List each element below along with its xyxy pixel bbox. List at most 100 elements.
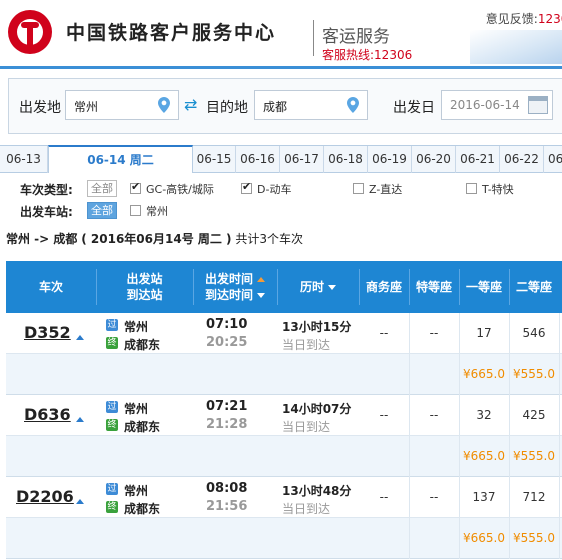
from-field[interactable]: 常州 (65, 90, 179, 120)
tab-date-0614[interactable]: 06-14 周二 (48, 145, 193, 173)
to-field[interactable]: 成都 (254, 90, 368, 120)
location-pin-icon (158, 97, 170, 113)
first-class-price: ¥665.0 (463, 531, 505, 545)
type-z-label: Z-直达 (369, 183, 403, 196)
station-changzhou-label: 常州 (146, 205, 168, 218)
depart-time: 07:21 (206, 399, 248, 414)
site-header: 中国铁路客户服务中心 客运服务 客服热线:12306 意见反馈:12306 (0, 0, 562, 66)
to-station[interactable]: 成都东 (124, 336, 160, 353)
station-all-button[interactable]: 全部 (87, 202, 117, 219)
train-type-label: 车次类型: (20, 183, 73, 197)
title-divider (313, 20, 314, 56)
station-changzhou-checkbox[interactable] (130, 205, 141, 216)
second-class-seat[interactable]: 712 (509, 477, 559, 518)
terminal-station-icon: 终 (106, 419, 118, 431)
sort-duration-icon[interactable] (328, 285, 336, 290)
col-duration[interactable]: 历时 (277, 261, 359, 313)
from-station[interactable]: 常州 (124, 400, 148, 417)
terminal-station-icon: 终 (106, 337, 118, 349)
site-title: 中国铁路客户服务中心 (66, 22, 277, 44)
type-t-label: T-特快 (482, 183, 514, 196)
duration: 14小时07分 (282, 402, 352, 416)
tab-date-0615[interactable]: 06-15 (193, 146, 236, 173)
service-title: 客运服务 (322, 27, 390, 47)
col-stations: 出发站 到达站 (126, 272, 163, 302)
to-station[interactable]: 成都东 (124, 418, 160, 435)
depart-time: 08:08 (206, 481, 248, 496)
first-class-price: ¥665.0 (463, 449, 505, 463)
train-code-link[interactable]: D636 (24, 405, 71, 424)
header-decoration (470, 30, 562, 64)
col-first: 一等座 (465, 280, 502, 294)
second-class-seat[interactable]: 425 (509, 395, 559, 436)
tab-date-0618[interactable]: 06-18 (324, 146, 368, 173)
tab-date-0613[interactable]: 06-13 (0, 146, 48, 173)
second-class-price: ¥555.0 (513, 367, 555, 381)
col-times[interactable]: 出发时间 到达时间 (193, 261, 277, 313)
expand-stops-icon[interactable] (76, 335, 84, 340)
train-code-link[interactable]: D352 (24, 323, 71, 342)
train-row[interactable]: D352 过 常州 终 成都东 07:10 20:25 13小时15分 当日到达… (6, 313, 562, 395)
tab-date-0620[interactable]: 06-20 (412, 146, 456, 173)
special-seat: -- (429, 408, 439, 422)
tab-date-0617[interactable]: 06-17 (280, 146, 324, 173)
terminal-station-icon: 终 (106, 501, 118, 513)
filter-panel: 车次类型: 全部 GC-高铁/城际 D-动车 Z-直达 T-特快 出发车站: 全… (0, 173, 562, 225)
calendar-icon[interactable] (528, 96, 548, 114)
business-seat: -- (379, 326, 389, 340)
from-station[interactable]: 常州 (124, 318, 148, 335)
train-row[interactable]: D636 过 常州 终 成都东 07:21 21:28 14小时07分 当日到达… (6, 395, 562, 477)
station-label: 出发车站: (20, 205, 73, 219)
to-station[interactable]: 成都东 (124, 500, 160, 517)
train-type-all-button[interactable]: 全部 (87, 180, 117, 197)
type-gc-checkbox[interactable] (130, 180, 141, 194)
second-class-price: ¥555.0 (513, 449, 555, 463)
tab-date-0621[interactable]: 06-21 (456, 146, 500, 173)
pass-station-icon: 过 (106, 319, 118, 331)
expand-stops-icon[interactable] (76, 499, 84, 504)
from-station[interactable]: 常州 (124, 482, 148, 499)
search-panel: 出发地 常州 ⇄ 目的地 成都 出发日 2016-06-14 (8, 78, 562, 134)
date-value: 2016-06-14 (450, 98, 520, 112)
type-z-checkbox[interactable] (353, 183, 364, 194)
from-value: 常州 (74, 100, 99, 114)
train-row[interactable]: D2206 过 常州 终 成都东 08:08 21:56 13小时48分 当日到… (6, 477, 562, 559)
first-class-seat[interactable]: 17 (459, 313, 509, 354)
route-date: ( 2016年06月14号 周二 ) (81, 232, 232, 246)
arrival-day: 当日到达 (282, 338, 331, 352)
date-field[interactable]: 2016-06-14 (441, 90, 553, 120)
railway-logo-icon (8, 10, 52, 54)
special-seat: -- (429, 490, 439, 504)
swap-stations-icon[interactable]: ⇄ (184, 97, 202, 113)
location-pin-icon (347, 97, 359, 113)
arrive-time: 21:28 (206, 417, 248, 432)
business-seat: -- (379, 490, 389, 504)
pass-station-icon: 过 (106, 401, 118, 413)
to-value: 成都 (263, 100, 288, 114)
first-class-seat[interactable]: 137 (459, 477, 509, 518)
second-class-seat[interactable]: 546 (509, 313, 559, 354)
tab-date-0616[interactable]: 06-16 (236, 146, 280, 173)
arrival-day: 当日到达 (282, 420, 331, 434)
first-class-seat[interactable]: 32 (459, 395, 509, 436)
type-t-checkbox[interactable] (466, 183, 477, 194)
feedback-link[interactable]: 意见反馈:12306 (486, 10, 562, 27)
tab-date-next[interactable]: 06 (544, 146, 562, 173)
tab-date-0619[interactable]: 06-19 (368, 146, 412, 173)
expand-stops-icon[interactable] (76, 417, 84, 422)
col-train[interactable]: 车次 (6, 261, 96, 313)
type-d-checkbox[interactable] (241, 180, 252, 194)
duration: 13小时48分 (282, 484, 352, 498)
arrive-time: 20:25 (206, 335, 248, 350)
duration: 13小时15分 (282, 320, 352, 334)
tab-date-0622[interactable]: 06-22 (500, 146, 544, 173)
sort-asc-icon[interactable] (257, 277, 265, 282)
from-label: 出发地 (19, 100, 61, 116)
header-divider (0, 66, 562, 69)
date-tabs: 06-13 06-14 周二 06-15 06-16 06-17 06-18 0… (0, 145, 562, 173)
type-d-label: D-动车 (257, 183, 292, 196)
sort-desc-icon[interactable] (257, 293, 265, 298)
train-code-link[interactable]: D2206 (16, 487, 74, 506)
business-seat: -- (379, 408, 389, 422)
pass-station-icon: 过 (106, 483, 118, 495)
